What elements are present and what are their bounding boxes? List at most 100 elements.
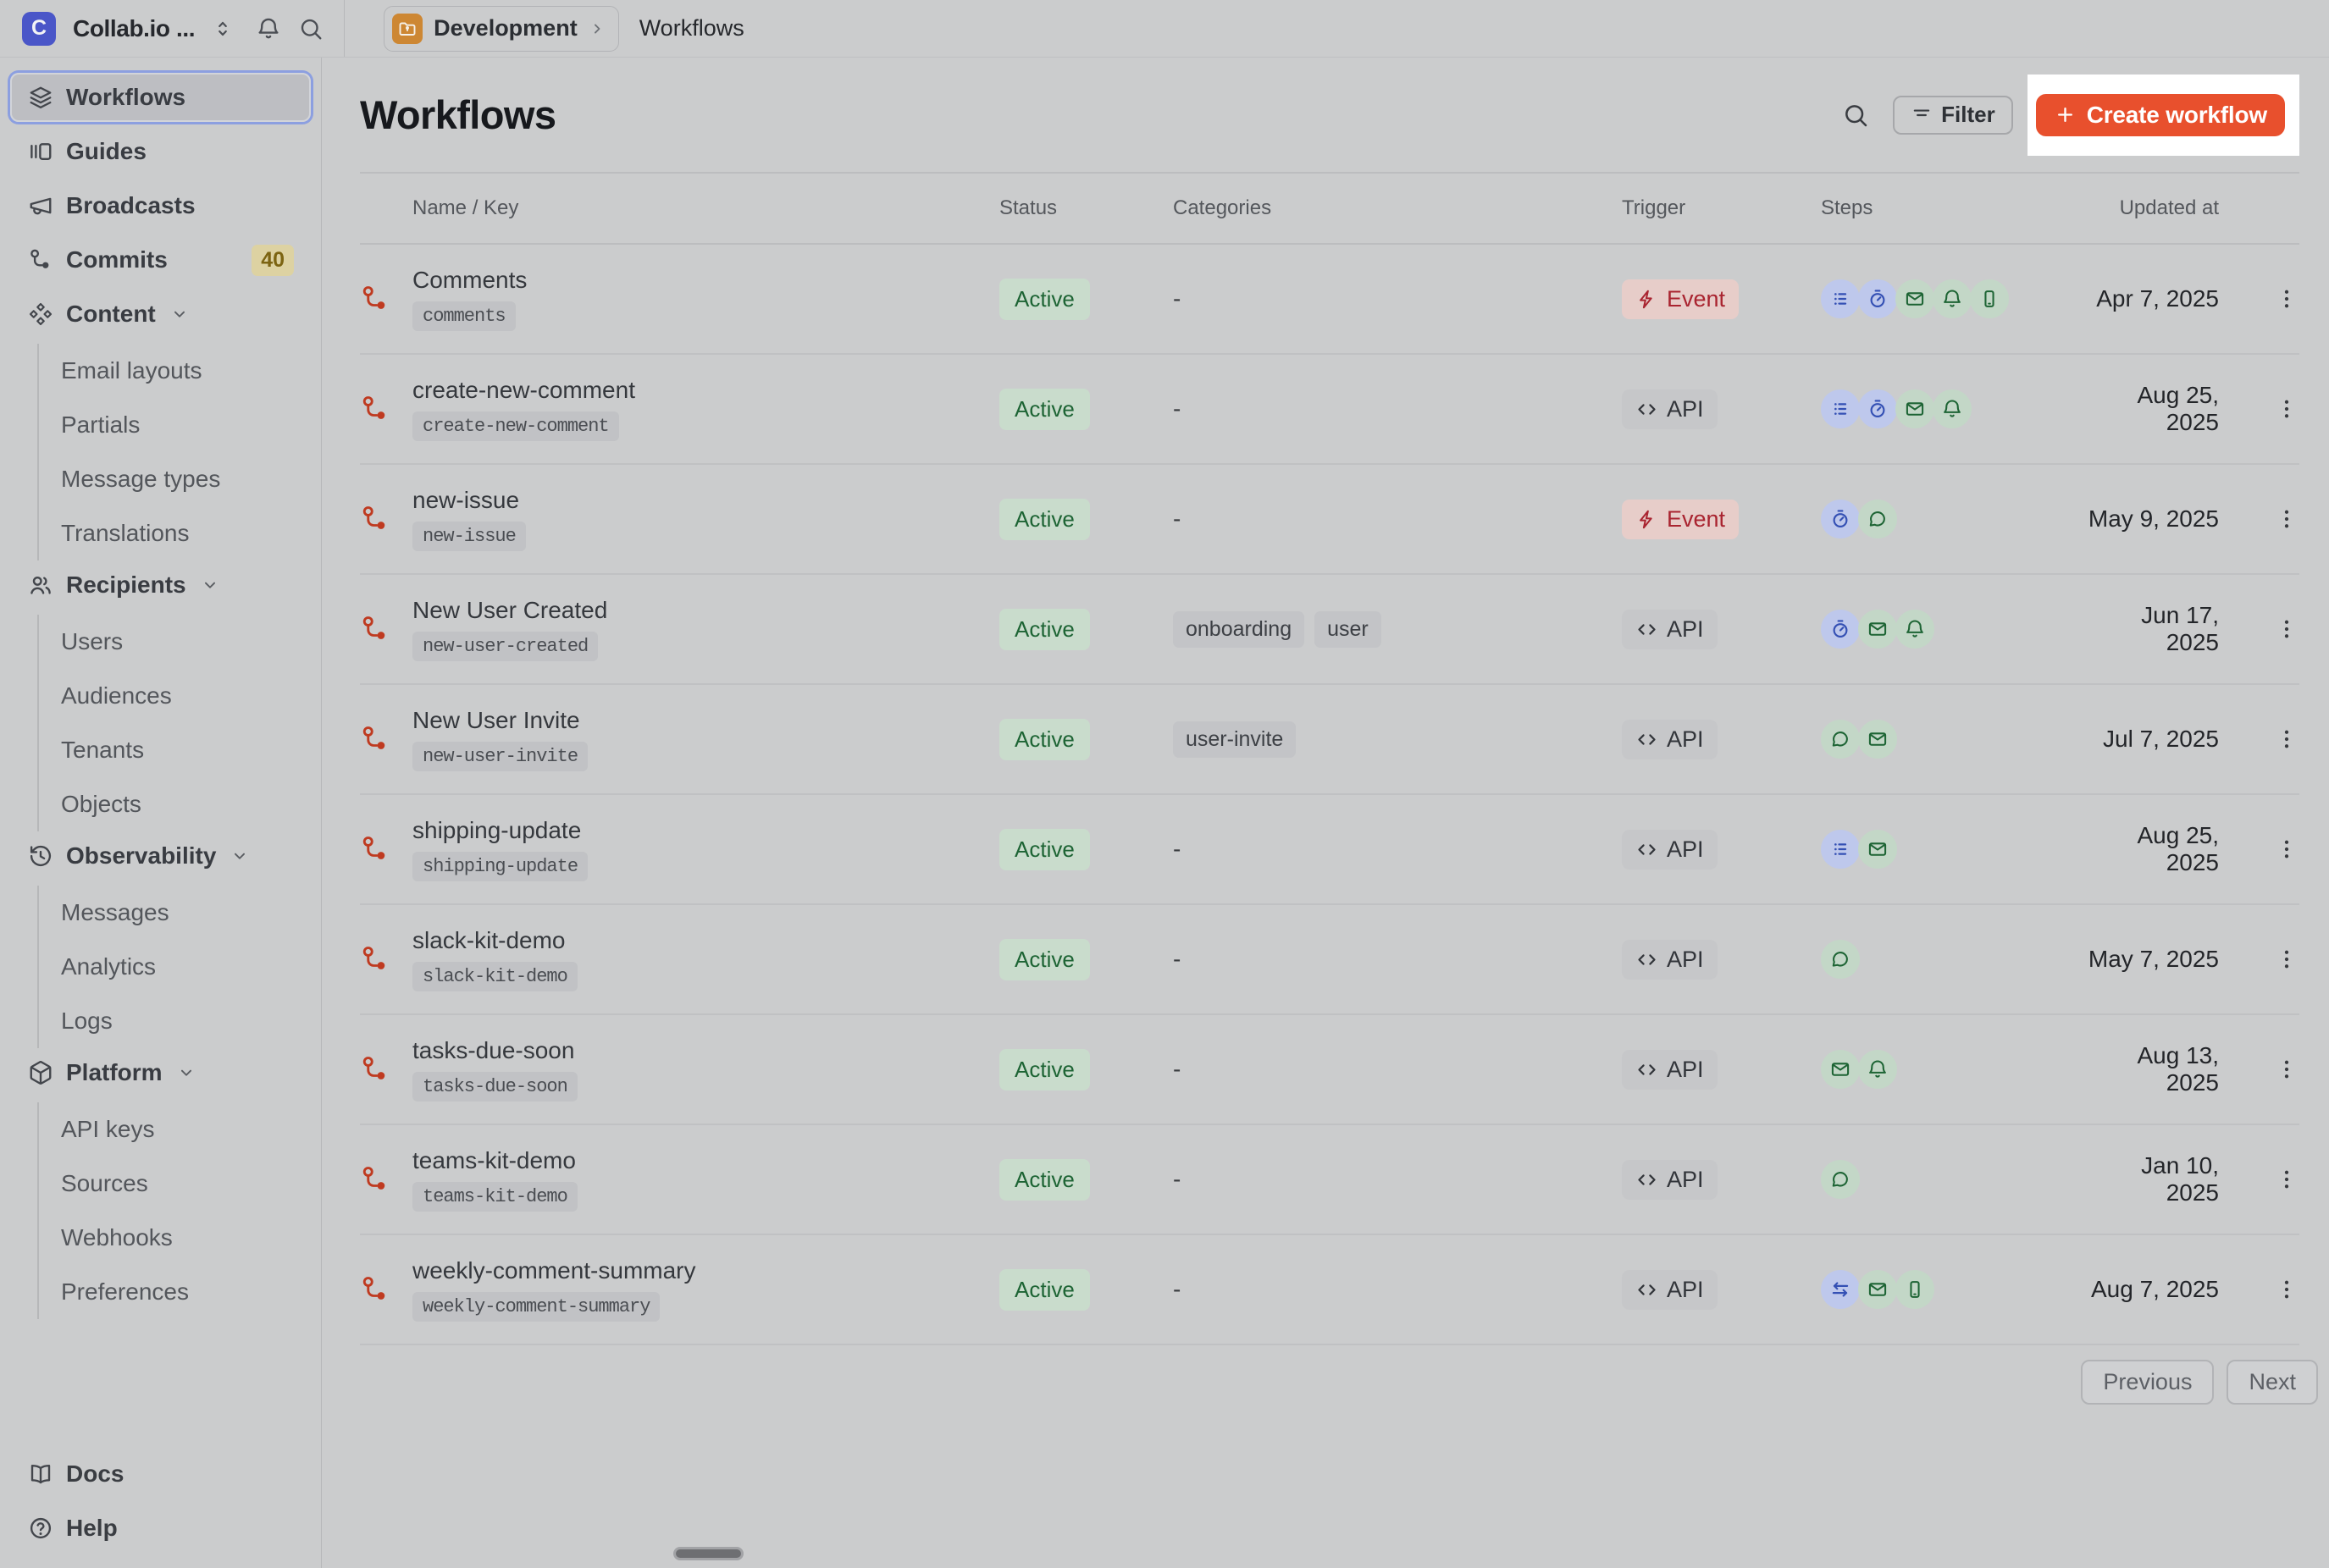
sidebar-item-sources[interactable]: Sources bbox=[39, 1157, 311, 1211]
sidebar-item-platform[interactable]: Platform bbox=[10, 1048, 311, 1097]
previous-page-button[interactable]: Previous bbox=[2081, 1360, 2214, 1405]
workflow-row-weekly-comment-summary[interactable]: weekly-comment-summary weekly-comment-su… bbox=[360, 1235, 2299, 1345]
row-menu-kebab-icon[interactable] bbox=[2274, 616, 2299, 642]
categories-cell: - bbox=[1173, 285, 1622, 312]
empty-categories-dash: - bbox=[1173, 1056, 1181, 1083]
sidebar-item-label: Help bbox=[66, 1515, 118, 1542]
email-icon bbox=[1867, 728, 1889, 750]
sidebar-item-guides[interactable]: Guides bbox=[10, 127, 311, 176]
code-icon bbox=[1635, 838, 1658, 861]
sidebar-item-partials[interactable]: Partials bbox=[39, 398, 311, 452]
workflow-row-slack-kit-demo[interactable]: slack-kit-demo slack-kit-demo Active - A… bbox=[360, 905, 2299, 1015]
steps-cell bbox=[1821, 500, 2083, 538]
row-menu-kebab-icon[interactable] bbox=[2274, 726, 2299, 752]
sidebar-item-objects[interactable]: Objects bbox=[39, 777, 311, 831]
sidebar-item-commits[interactable]: Commits40 bbox=[10, 235, 311, 284]
workflow-row-new-user-created[interactable]: New User Created new-user-created Active… bbox=[360, 575, 2299, 685]
sidebar-item-message-types[interactable]: Message types bbox=[39, 452, 311, 506]
table-search-icon[interactable] bbox=[1842, 102, 1869, 129]
code-icon bbox=[1635, 1058, 1658, 1081]
workflow-row-comments[interactable]: Comments comments Active - Event Apr 7, … bbox=[360, 245, 2299, 355]
updated-at: Aug 25, 2025 bbox=[2083, 822, 2219, 876]
row-menu-kebab-icon[interactable] bbox=[2274, 1057, 2299, 1082]
workflow-row-tasks-due-soon[interactable]: tasks-due-soon tasks-due-soon Active - A… bbox=[360, 1015, 2299, 1125]
org-name: Collab.io ... bbox=[73, 15, 195, 42]
delay-step bbox=[1858, 279, 1897, 318]
push-step bbox=[1970, 279, 2009, 318]
sidebar-item-observability[interactable]: Observability bbox=[10, 831, 311, 881]
sidebar-item-help[interactable]: Help bbox=[10, 1504, 311, 1553]
filter-button-label: Filter bbox=[1941, 102, 1995, 128]
workflow-name: new-issue bbox=[412, 487, 519, 514]
app-logo: C bbox=[22, 12, 56, 46]
sidebar-item-docs[interactable]: Docs bbox=[10, 1449, 311, 1499]
chevrons-up-down-icon[interactable] bbox=[212, 18, 234, 40]
column-header-updated-at: Updated at bbox=[2083, 196, 2219, 220]
workflow-key: slack-kit-demo bbox=[412, 962, 578, 991]
sidebar-item-audiences[interactable]: Audiences bbox=[39, 669, 311, 723]
steps-cell bbox=[1821, 389, 2083, 428]
sidebar-item-tenants[interactable]: Tenants bbox=[39, 723, 311, 777]
create-workflow-button[interactable]: Create workflow bbox=[2036, 94, 2285, 136]
status-badge: Active bbox=[999, 1269, 1090, 1311]
sidebar-item-api-keys[interactable]: API keys bbox=[39, 1102, 311, 1157]
chat-icon bbox=[1867, 508, 1889, 530]
sidebar-item-translations[interactable]: Translations bbox=[39, 506, 311, 560]
workflow-icon bbox=[360, 394, 390, 424]
email-step bbox=[1858, 610, 1897, 649]
column-header-categories: Categories bbox=[1173, 196, 1622, 220]
chat-icon bbox=[1829, 1168, 1851, 1190]
top-bar: C Collab.io ... Development Workflows bbox=[0, 0, 2329, 58]
status-badge: Active bbox=[999, 499, 1090, 540]
trigger-badge: API bbox=[1622, 1270, 1718, 1310]
sidebar-search-icon[interactable] bbox=[298, 16, 324, 41]
workflow-key: shipping-update bbox=[412, 852, 588, 881]
workflow-row-create-new-comment[interactable]: create-new-comment create-new-comment Ac… bbox=[360, 355, 2299, 465]
workflow-icon bbox=[360, 504, 390, 534]
sidebar-item-analytics[interactable]: Analytics bbox=[39, 940, 311, 994]
sidebar-item-email-layouts[interactable]: Email layouts bbox=[39, 344, 311, 398]
batch-icon bbox=[1829, 288, 1851, 310]
category-badge: user-invite bbox=[1173, 721, 1296, 758]
sidebar-item-logs[interactable]: Logs bbox=[39, 994, 311, 1048]
row-menu-kebab-icon[interactable] bbox=[2274, 947, 2299, 972]
workflow-row-new-issue[interactable]: new-issue new-issue Active - Event May 9… bbox=[360, 465, 2299, 575]
sidebar-item-broadcasts[interactable]: Broadcasts bbox=[10, 181, 311, 230]
trigger-label: API bbox=[1667, 1277, 1704, 1303]
table-header-row: Name / KeyStatusCategoriesTriggerStepsUp… bbox=[360, 174, 2299, 245]
filter-button[interactable]: Filter bbox=[1893, 96, 2013, 135]
email-step bbox=[1858, 1270, 1897, 1309]
trigger-label: API bbox=[1667, 1057, 1704, 1083]
workflow-key: new-issue bbox=[412, 522, 526, 551]
trigger-label: API bbox=[1667, 726, 1704, 753]
sidebar-item-webhooks[interactable]: Webhooks bbox=[39, 1211, 311, 1265]
row-menu-kebab-icon[interactable] bbox=[2274, 836, 2299, 862]
row-menu-kebab-icon[interactable] bbox=[2274, 286, 2299, 312]
sidebar-item-content[interactable]: Content bbox=[10, 290, 311, 339]
trigger-badge: API bbox=[1622, 720, 1718, 759]
row-menu-kebab-icon[interactable] bbox=[2274, 396, 2299, 422]
sidebar-item-users[interactable]: Users bbox=[39, 615, 311, 669]
workflow-row-teams-kit-demo[interactable]: teams-kit-demo teams-kit-demo Active - A… bbox=[360, 1125, 2299, 1235]
sidebar-item-workflows[interactable]: Workflows bbox=[10, 73, 311, 122]
trigger-label: API bbox=[1667, 1167, 1704, 1193]
row-menu-kebab-icon[interactable] bbox=[2274, 1277, 2299, 1302]
status-badge: Active bbox=[999, 609, 1090, 650]
delay-icon bbox=[1829, 618, 1851, 640]
sidebar-item-messages[interactable]: Messages bbox=[39, 886, 311, 940]
workflow-row-new-user-invite[interactable]: New User Invite new-user-invite Active u… bbox=[360, 685, 2299, 795]
horizontal-scrollbar-thumb[interactable] bbox=[673, 1547, 744, 1560]
steps-cell bbox=[1821, 940, 2083, 979]
steps-cell bbox=[1821, 1270, 2083, 1309]
updated-at: Aug 13, 2025 bbox=[2083, 1042, 2219, 1096]
next-page-button[interactable]: Next bbox=[2227, 1360, 2318, 1405]
sidebar-item-recipients[interactable]: Recipients bbox=[10, 560, 311, 610]
row-menu-kebab-icon[interactable] bbox=[2274, 506, 2299, 532]
empty-categories-dash: - bbox=[1173, 946, 1181, 973]
sidebar-item-label: Observability bbox=[66, 842, 216, 870]
workflow-row-shipping-update[interactable]: shipping-update shipping-update Active -… bbox=[360, 795, 2299, 905]
environment-switcher[interactable]: Development bbox=[384, 6, 619, 52]
sidebar-item-preferences[interactable]: Preferences bbox=[39, 1265, 311, 1319]
notifications-bell-icon[interactable] bbox=[256, 16, 281, 41]
row-menu-kebab-icon[interactable] bbox=[2274, 1167, 2299, 1192]
